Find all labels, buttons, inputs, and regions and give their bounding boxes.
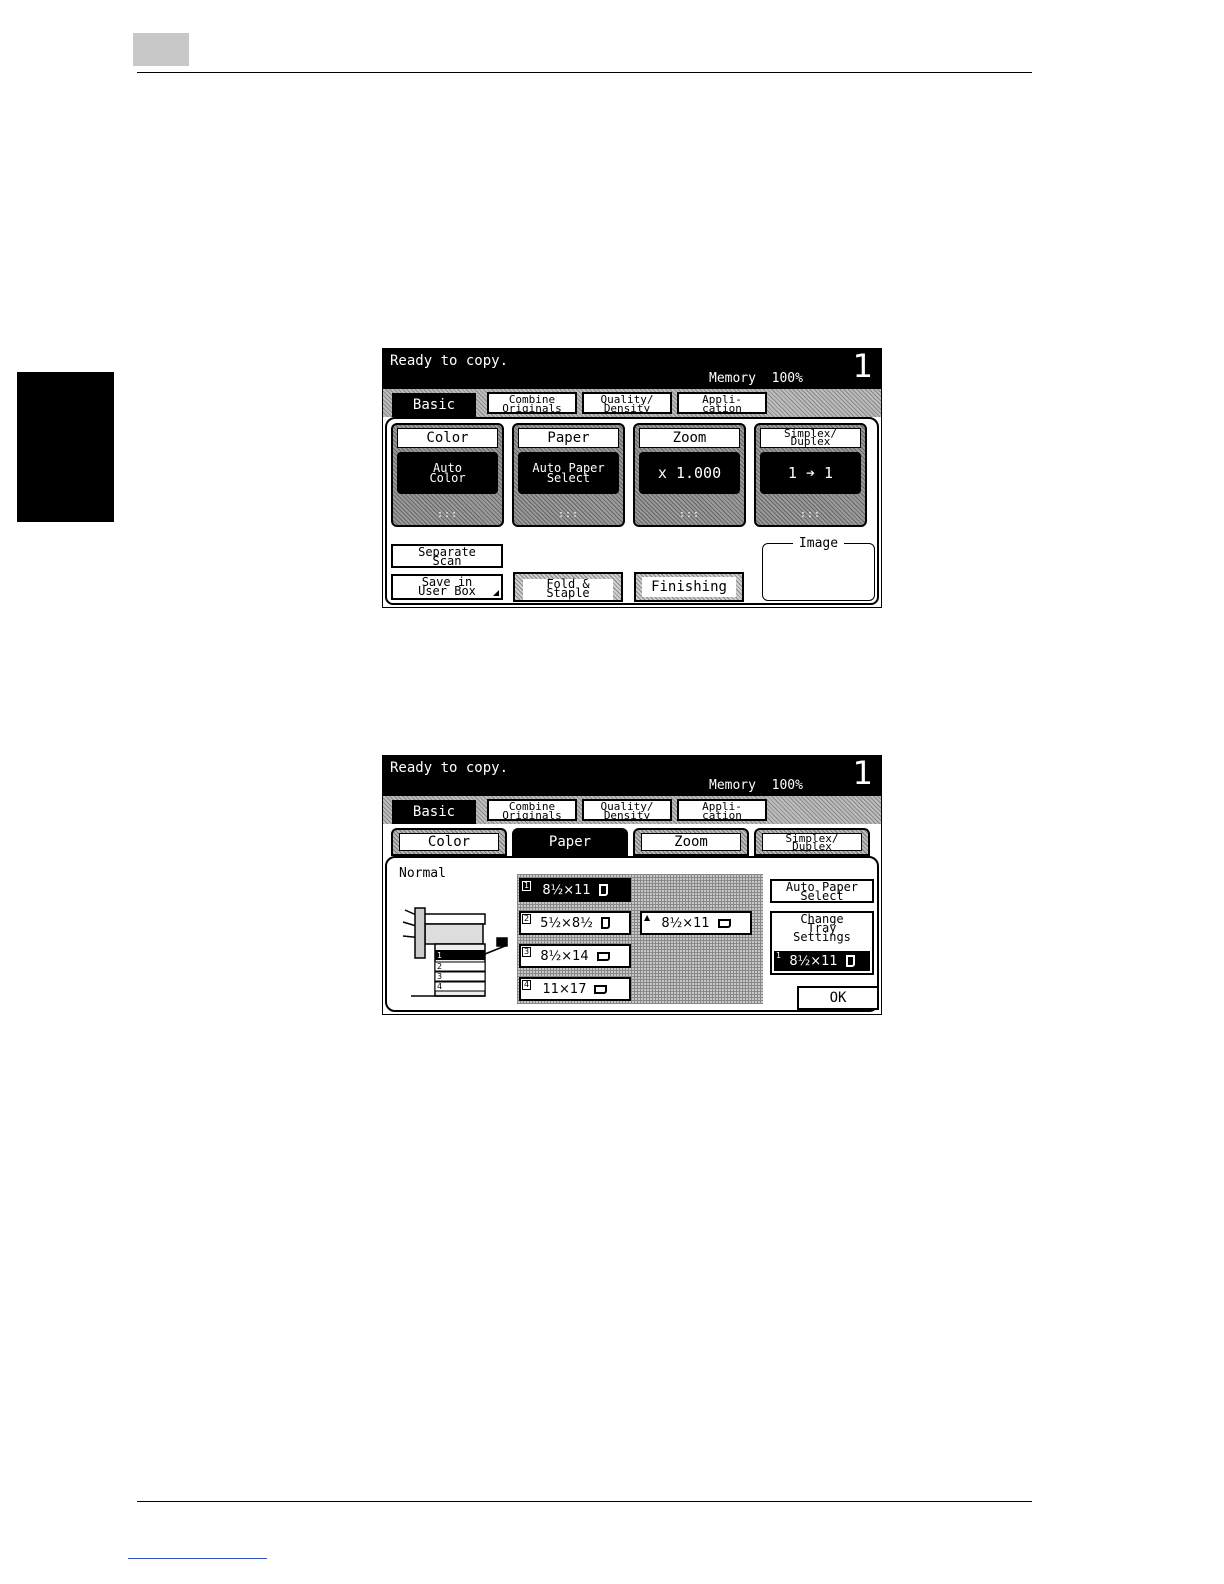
zoom-value[interactable]: x 1.000 [639, 452, 740, 494]
simplex-duplex-setting-box[interactable]: Simplex/Duplex 1 ➔ 1 ::: [754, 423, 867, 527]
more-dots-icon: ::: [557, 509, 580, 520]
memory-indicator: Memory 100% [709, 371, 803, 386]
page-number-badge [133, 33, 189, 66]
tray-2-button[interactable]: 2 5½×8½ [519, 911, 631, 935]
ok-button[interactable]: OK [797, 986, 879, 1010]
machine-tray-number: 1 [437, 951, 442, 960]
paper-setting-box[interactable]: Paper Auto Paper Select ::: [512, 423, 625, 527]
tab-combine-originals[interactable]: Combine Originals [487, 392, 577, 414]
simplex-duplex-label: Simplex/Duplex [760, 428, 861, 448]
landscape-paper-icon [594, 984, 608, 994]
image-preview-box: Image [762, 536, 875, 601]
status-bar: Ready to copy. Memory 100% 1 [383, 349, 881, 389]
tray-3-button[interactable]: 3 8½×14 [519, 944, 631, 968]
submenu-corner-icon [493, 590, 499, 596]
status-bar: Ready to copy. Memory 100% 1 [383, 756, 881, 796]
zoom-setting-box[interactable]: Zoom x 1.000 ::: [633, 423, 746, 527]
current-tray-size: 1 8½×11 [774, 951, 870, 971]
landscape-paper-icon [717, 918, 731, 928]
change-tray-settings-button[interactable]: Change Tray Settings 1 8½×11 [770, 911, 874, 975]
paper-screen-panel: Ready to copy. Memory 100% 1 Basic Combi… [382, 755, 882, 1015]
tab-quality-density[interactable]: Quality/Density [582, 392, 672, 414]
footer-link-underline [128, 1558, 267, 1559]
tray-1-button[interactable]: 1 8½×11 [519, 878, 631, 902]
fold-staple-button[interactable]: Fold & Staple [513, 572, 623, 602]
tab-application[interactable]: Appli-cation [677, 392, 767, 414]
separate-scan-button[interactable]: Separate Scan [391, 544, 503, 568]
basic-screen-panel: Ready to copy. Memory 100% 1 Basic Combi… [382, 348, 882, 608]
image-label: Image [792, 536, 845, 551]
copier-machine-illustration: 1 2 3 4 [402, 907, 508, 997]
color-label: Color [397, 428, 498, 448]
tab-application[interactable]: Appli-cation [677, 799, 767, 821]
subtab-color[interactable]: Color [391, 828, 507, 856]
tab-basic[interactable]: Basic [392, 393, 476, 417]
zoom-label: Zoom [639, 428, 740, 448]
bypass-tray-button[interactable]: ▲ 8½×11 [640, 911, 752, 935]
status-message: Ready to copy. [390, 353, 509, 369]
subtab-zoom[interactable]: Zoom [633, 828, 749, 856]
copy-count: 1 [852, 348, 873, 385]
footer-rule [137, 1501, 1032, 1502]
tab-quality-density[interactable]: Quality/Density [582, 799, 672, 821]
tab-basic[interactable]: Basic [392, 800, 476, 824]
save-in-user-box-button[interactable]: Save in User Box [391, 574, 503, 600]
tray-4-button[interactable]: 4 11×17 [519, 977, 631, 1001]
tab-combine-originals[interactable]: Combine Originals [487, 799, 577, 821]
header-rule [137, 72, 1032, 73]
more-dots-icon: ::: [799, 509, 822, 520]
main-tab-strip: Basic Combine Originals Quality/Density A… [383, 389, 881, 417]
finishing-button[interactable]: Finishing [634, 572, 744, 602]
section-label: Normal [399, 866, 446, 881]
portrait-paper-icon [600, 917, 610, 929]
color-value[interactable]: Auto Color [397, 452, 498, 494]
copy-count: 1 [852, 755, 873, 792]
color-setting-box[interactable]: Color Auto Color ::: [391, 423, 504, 527]
paper-label: Paper [518, 428, 619, 448]
more-dots-icon: ::: [436, 509, 459, 520]
machine-tray-number: 4 [437, 982, 442, 991]
machine-tray-number: 3 [437, 972, 442, 981]
subtab-paper[interactable]: Paper [512, 828, 628, 856]
paper-value[interactable]: Auto Paper Select [518, 452, 619, 494]
subtab-simplex-duplex[interactable]: Simplex/Duplex [754, 828, 870, 856]
chapter-side-tab [17, 372, 114, 522]
main-tab-strip: Basic Combine Originals Quality/Density A… [383, 796, 881, 824]
portrait-paper-icon [598, 884, 608, 896]
portrait-paper-icon [845, 955, 855, 967]
memory-indicator: Memory 100% [709, 778, 803, 793]
auto-paper-select-button[interactable]: Auto Paper Select [770, 879, 874, 903]
status-message: Ready to copy. [390, 760, 509, 776]
simplex-duplex-value[interactable]: 1 ➔ 1 [760, 452, 861, 494]
machine-tray-number: 2 [437, 962, 442, 971]
more-dots-icon: ::: [678, 509, 701, 520]
landscape-paper-icon [596, 951, 610, 961]
